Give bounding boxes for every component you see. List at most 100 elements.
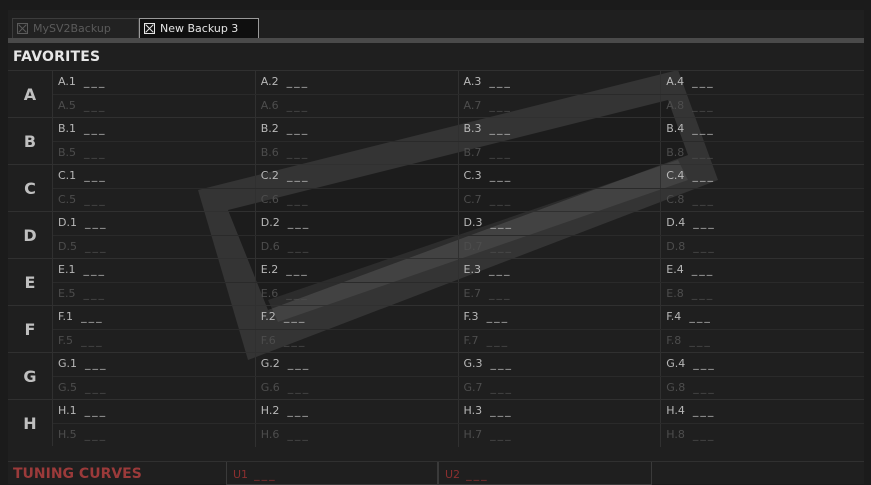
favorite-slot-id: A.4 bbox=[666, 75, 685, 88]
favorite-slot-id: F.2 bbox=[260, 310, 276, 323]
favorite-slot-value: ___ bbox=[692, 99, 715, 112]
favorite-slot[interactable]: F.4 ___ bbox=[661, 306, 864, 329]
favorite-slot[interactable]: G.6 ___ bbox=[256, 377, 459, 400]
favorite-slot[interactable]: G.2 ___ bbox=[256, 353, 459, 376]
favorite-slot[interactable]: C.2 ___ bbox=[256, 165, 459, 188]
favorite-slot-id: A.1 bbox=[58, 75, 76, 88]
favorite-slot-value: ___ bbox=[283, 310, 307, 323]
favorite-slot[interactable]: B.4 ___ bbox=[661, 118, 864, 141]
tab-mysv2backup[interactable]: MySV2Backup bbox=[12, 18, 139, 38]
tab-underline bbox=[8, 38, 864, 43]
favorite-slot[interactable]: A.2 ___ bbox=[256, 71, 459, 94]
favorite-slot-id: E.5 bbox=[58, 287, 76, 300]
favorite-slot[interactable]: G.1 ___ bbox=[53, 353, 256, 376]
favorite-slot[interactable]: E.6 ___ bbox=[256, 283, 459, 306]
favorite-slot[interactable]: H.6 ___ bbox=[256, 424, 459, 447]
favorite-slot[interactable]: G.8 ___ bbox=[661, 377, 864, 400]
favorite-slot[interactable]: C.3 ___ bbox=[459, 165, 662, 188]
backup-window: MySV2Backup New Backup 3 FAVORITES A A.1 _… bbox=[8, 10, 864, 485]
favorite-slot[interactable]: B.8 ___ bbox=[661, 142, 864, 165]
favorite-slot[interactable]: E.7 ___ bbox=[459, 283, 662, 306]
favorite-slot-value: ___ bbox=[692, 169, 715, 182]
favorite-slot[interactable]: A.4 ___ bbox=[661, 71, 864, 94]
favorite-slot[interactable]: F.8 ___ bbox=[661, 330, 864, 353]
favorite-slot[interactable]: H.4 ___ bbox=[661, 400, 864, 423]
favorite-slot-value: ___ bbox=[692, 193, 715, 206]
favorite-slot[interactable]: H.7 ___ bbox=[459, 424, 662, 447]
group-letter: E bbox=[8, 259, 53, 305]
favorite-slot[interactable]: E.2 ___ bbox=[256, 259, 459, 282]
favorite-slot[interactable]: D.4 ___ bbox=[661, 212, 864, 235]
favorite-slot[interactable]: B.1 ___ bbox=[53, 118, 256, 141]
favorite-slot[interactable]: H.8 ___ bbox=[661, 424, 864, 447]
favorite-slot[interactable]: A.1 ___ bbox=[53, 71, 256, 94]
favorites-row: G.1 ___ G.2 ___ G.3 ___ G.4 ___ bbox=[53, 353, 864, 376]
favorite-slot-value: ___ bbox=[489, 122, 513, 135]
favorite-slot[interactable]: F.6 ___ bbox=[256, 330, 459, 353]
favorite-slot[interactable]: H.5 ___ bbox=[53, 424, 256, 447]
favorite-slot[interactable]: E.4 ___ bbox=[661, 259, 864, 282]
favorite-slot[interactable]: E.3 ___ bbox=[459, 259, 662, 282]
favorite-slot[interactable]: C.4 ___ bbox=[661, 165, 864, 188]
favorite-slot-value: ___ bbox=[286, 75, 310, 88]
favorite-slot[interactable]: D.5 ___ bbox=[53, 236, 256, 259]
favorite-slot[interactable]: A.5 ___ bbox=[53, 95, 256, 118]
favorite-slot-value: ___ bbox=[286, 122, 310, 135]
favorite-slot[interactable]: B.2 ___ bbox=[256, 118, 459, 141]
favorite-slot[interactable]: E.5 ___ bbox=[53, 283, 256, 306]
favorite-slot-id: B.8 bbox=[666, 146, 685, 159]
favorite-slot[interactable]: H.3 ___ bbox=[459, 400, 662, 423]
favorite-slot[interactable]: D.7 ___ bbox=[459, 236, 662, 259]
favorite-slot[interactable]: A.6 ___ bbox=[256, 95, 459, 118]
favorite-slot[interactable]: B.5 ___ bbox=[53, 142, 256, 165]
favorite-slot[interactable]: E.1 ___ bbox=[53, 259, 256, 282]
favorite-slot[interactable]: C.8 ___ bbox=[661, 189, 864, 212]
favorite-slot-id: H.1 bbox=[58, 404, 77, 417]
tuning-slot-u1[interactable]: U1 ___ bbox=[226, 462, 438, 485]
favorite-slot[interactable]: C.6 ___ bbox=[256, 189, 459, 212]
close-box-icon[interactable] bbox=[17, 23, 28, 34]
favorite-slot-id: D.3 bbox=[463, 216, 483, 229]
favorite-slot[interactable]: H.1 ___ bbox=[53, 400, 256, 423]
tab-new-backup-3[interactable]: New Backup 3 bbox=[139, 18, 259, 38]
favorite-slot[interactable]: B.6 ___ bbox=[256, 142, 459, 165]
favorite-slot[interactable]: A.3 ___ bbox=[459, 71, 662, 94]
favorite-slot[interactable]: B.7 ___ bbox=[459, 142, 662, 165]
favorite-slot-value: ___ bbox=[84, 404, 108, 417]
favorite-slot[interactable]: D.1 ___ bbox=[53, 212, 256, 235]
group-letter: A bbox=[8, 71, 53, 117]
close-box-icon[interactable] bbox=[144, 23, 155, 34]
favorite-slot[interactable]: H.2 ___ bbox=[256, 400, 459, 423]
favorite-slot-id: A.7 bbox=[463, 99, 482, 112]
favorite-slot[interactable]: D.2 ___ bbox=[256, 212, 459, 235]
favorite-slot-value: ___ bbox=[490, 428, 513, 441]
favorite-slot-id: H.4 bbox=[666, 404, 685, 417]
favorite-slot[interactable]: F.5 ___ bbox=[53, 330, 256, 353]
favorite-slot[interactable]: F.1 ___ bbox=[53, 306, 256, 329]
tab-label: New Backup 3 bbox=[160, 22, 239, 35]
favorite-slot[interactable]: G.5 ___ bbox=[53, 377, 256, 400]
favorite-slot[interactable]: A.8 ___ bbox=[661, 95, 864, 118]
favorite-slot[interactable]: C.7 ___ bbox=[459, 189, 662, 212]
tuning-slot-u2[interactable]: U2 ___ bbox=[438, 462, 652, 485]
favorite-slot-value: ___ bbox=[689, 310, 712, 323]
favorite-slot[interactable]: F.7 ___ bbox=[459, 330, 662, 353]
favorite-slot[interactable]: B.3 ___ bbox=[459, 118, 662, 141]
favorite-slot[interactable]: D.6 ___ bbox=[256, 236, 459, 259]
favorite-slot[interactable]: D.3 ___ bbox=[459, 212, 662, 235]
favorite-slot-id: D.7 bbox=[463, 240, 483, 253]
favorite-slot[interactable]: E.8 ___ bbox=[661, 283, 864, 306]
favorite-slot[interactable]: G.3 ___ bbox=[459, 353, 662, 376]
favorite-slot[interactable]: G.4 ___ bbox=[661, 353, 864, 376]
favorite-slot[interactable]: C.5 ___ bbox=[53, 189, 256, 212]
favorite-slot[interactable]: G.7 ___ bbox=[459, 377, 662, 400]
favorite-slot[interactable]: C.1 ___ bbox=[53, 165, 256, 188]
favorite-slot[interactable]: D.8 ___ bbox=[661, 236, 864, 259]
favorites-group-h: H H.1 ___ H.2 ___ H.3 ___ H.4 ___ H.5 ___ H.6 ___ H.7… bbox=[8, 399, 864, 447]
favorite-slot-id: F.5 bbox=[58, 334, 74, 347]
favorite-slot-id: E.1 bbox=[58, 263, 76, 276]
favorite-slot[interactable]: F.2 ___ bbox=[256, 306, 459, 329]
favorite-slot[interactable]: F.3 ___ bbox=[459, 306, 662, 329]
favorite-slot-value: ___ bbox=[488, 287, 512, 300]
favorite-slot[interactable]: A.7 ___ bbox=[459, 95, 662, 118]
